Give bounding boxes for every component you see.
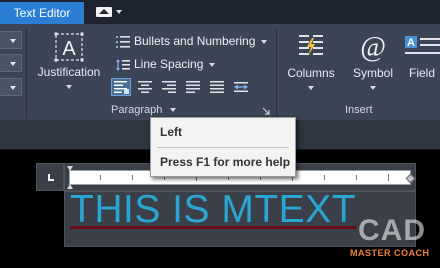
bullets-icon	[116, 35, 130, 48]
align-left-icon	[114, 81, 129, 94]
left-tab-icon	[48, 174, 54, 181]
chevron-down-icon	[308, 85, 314, 90]
paragraph-settings-button[interactable]	[231, 78, 251, 96]
chevron-down-icon	[66, 84, 72, 89]
align-left-tooltip: Left Press F1 for more help	[150, 117, 296, 177]
columns-label: Columns	[287, 66, 335, 80]
paragraph-panel-label: Paragraph	[111, 104, 163, 116]
quick-access-dropdown[interactable]	[96, 7, 126, 19]
distribute-icon	[210, 81, 224, 93]
ruler-tick	[388, 174, 389, 181]
chevron-down-icon	[116, 10, 122, 14]
at-symbol-icon: @	[360, 32, 386, 62]
font-dropdown[interactable]	[0, 54, 22, 72]
justification-label: Justification	[37, 65, 101, 79]
panel-toggle-icon	[96, 7, 112, 17]
panel-launcher-icon[interactable]	[262, 107, 270, 115]
align-center-icon	[138, 81, 152, 93]
line-spacing-label: Line Spacing	[134, 57, 204, 71]
svg-text:A: A	[62, 38, 76, 60]
field-button[interactable]: A Field	[404, 30, 440, 94]
tab-type-selector[interactable]	[36, 163, 64, 191]
field-icon: A	[405, 36, 440, 54]
chevron-down-icon	[370, 85, 376, 90]
style-dropdown[interactable]	[0, 31, 22, 49]
align-left-button[interactable]	[111, 78, 131, 96]
insert-panel-title: Insert	[345, 104, 373, 116]
align-right-icon	[162, 81, 176, 93]
justification-icon: A	[54, 32, 84, 62]
chevron-down-icon	[209, 62, 216, 67]
first-line-indent-marker[interactable]	[67, 166, 73, 171]
ribbon-tab-strip: Text Editor	[0, 0, 440, 24]
ruler-tick	[356, 175, 357, 180]
line-spacing-icon	[116, 58, 130, 71]
svg-text:A: A	[407, 37, 415, 49]
tab-text-editor[interactable]: Text Editor	[0, 2, 84, 24]
ruler-tick	[132, 175, 133, 180]
logo-coach-text: MASTER COACH	[350, 248, 430, 258]
columns-icon	[299, 35, 323, 56]
tooltip-title: Left	[160, 125, 182, 139]
bullets-numbering-label: Bullets and Numbering	[134, 34, 256, 48]
distribute-button[interactable]	[207, 78, 227, 96]
line-spacing-button[interactable]: Line Spacing	[116, 57, 216, 71]
align-right-button[interactable]	[159, 78, 179, 96]
chevron-down-icon	[261, 39, 268, 44]
justify-button[interactable]	[183, 78, 203, 96]
chevron-down-icon	[170, 108, 177, 113]
field-label: Field	[409, 66, 436, 80]
justify-icon	[186, 81, 200, 93]
tooltip-divider	[157, 147, 289, 148]
svg-text:@: @	[360, 32, 386, 62]
mtext-content[interactable]: THIS IS MTEXT	[70, 188, 356, 232]
cad-master-coach-logo: CAD MASTER COACH	[350, 214, 438, 266]
ruler-tick	[100, 175, 101, 180]
columns-button[interactable]: Columns	[284, 30, 338, 94]
panel-separator	[276, 28, 277, 118]
ruler-tick	[324, 175, 325, 180]
symbol-label: Symbol	[352, 66, 393, 80]
logo-cad-text: CAD	[358, 214, 426, 247]
bullets-numbering-button[interactable]: Bullets and Numbering	[116, 34, 268, 48]
tooltip-help: Press F1 for more help	[160, 155, 291, 169]
justification-button[interactable]: A Justification	[34, 30, 104, 94]
symbol-button[interactable]: @ Symbol	[348, 30, 398, 94]
indent-icon	[234, 82, 248, 92]
align-center-button[interactable]	[135, 78, 155, 96]
panel-separator	[26, 28, 27, 118]
width-handle[interactable]	[405, 173, 416, 184]
height-dropdown[interactable]	[0, 78, 22, 96]
paragraph-panel-title[interactable]: Paragraph	[111, 104, 177, 116]
